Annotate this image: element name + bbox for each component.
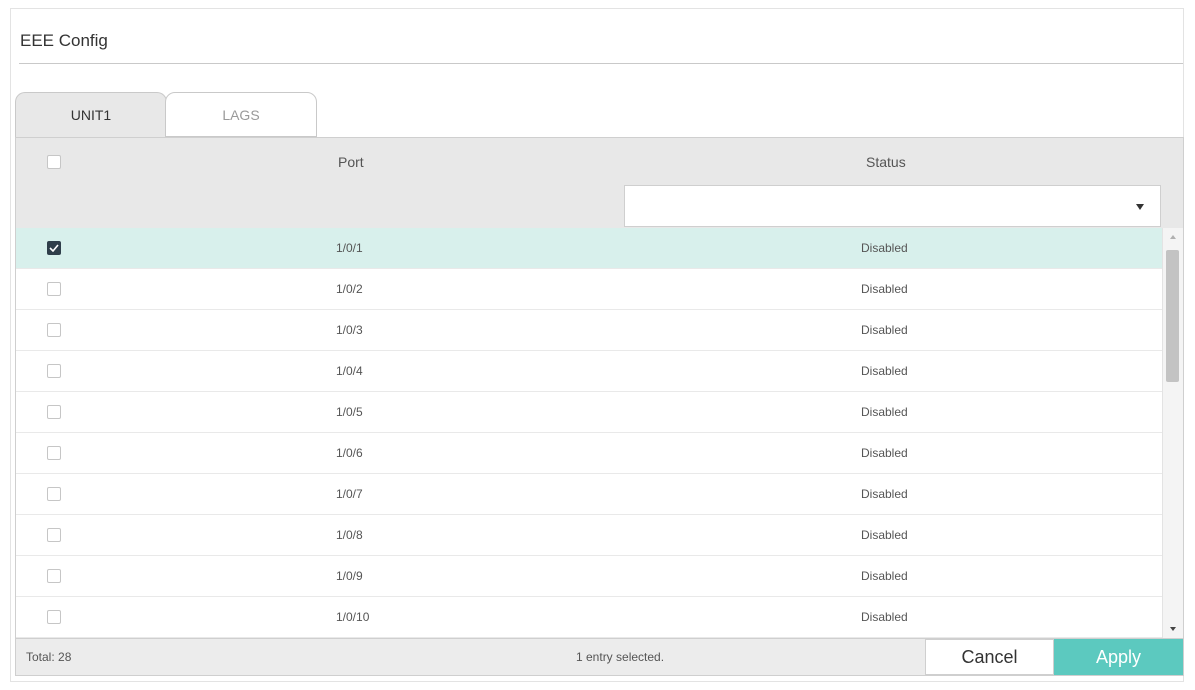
port-cell: 1/0/9 [336, 569, 363, 583]
status-cell: Disabled [861, 241, 908, 255]
tab-unit1[interactable]: UNIT1 [15, 92, 167, 137]
table-footer: Total: 28 1 entry selected. Cancel Apply [16, 638, 1183, 675]
chevron-down-icon [1136, 204, 1144, 210]
row-checkbox[interactable] [47, 323, 61, 337]
table-row[interactable]: 1/0/3 Disabled [16, 310, 1162, 351]
scroll-up-arrow-icon[interactable] [1170, 235, 1176, 239]
port-cell: 1/0/1 [336, 241, 363, 255]
status-cell: Disabled [861, 364, 908, 378]
table-row[interactable]: 1/0/2 Disabled [16, 269, 1162, 310]
table-row[interactable]: 1/0/10 Disabled [16, 597, 1162, 638]
panel-title: EEE Config [20, 31, 108, 50]
port-cell: 1/0/2 [336, 282, 363, 296]
selection-status: 1 entry selected. [576, 650, 665, 664]
table-row[interactable]: 1/0/8 Disabled [16, 515, 1162, 556]
column-header-port: Port [338, 154, 364, 170]
table-row[interactable]: 1/0/4 Disabled [16, 351, 1162, 392]
column-header-status: Status [866, 154, 906, 170]
apply-button[interactable]: Apply [1054, 639, 1183, 675]
row-checkbox[interactable] [47, 405, 61, 419]
port-table: Port Status 1/0/1 Disabled 1/0/2 Disabled 1/… [15, 137, 1184, 676]
table-row[interactable]: 1/0/1 Disabled [16, 228, 1162, 269]
total-count: Total: 28 [26, 650, 72, 664]
status-cell: Disabled [861, 569, 908, 583]
scroll-down-arrow-icon[interactable] [1170, 627, 1176, 631]
status-cell: Disabled [861, 282, 908, 296]
port-cell: 1/0/7 [336, 487, 363, 501]
status-filter-select[interactable] [624, 185, 1161, 227]
table-row[interactable]: 1/0/7 Disabled [16, 474, 1162, 515]
status-cell: Disabled [861, 610, 908, 624]
table-row[interactable]: 1/0/5 Disabled [16, 392, 1162, 433]
status-cell: Disabled [861, 405, 908, 419]
port-cell: 1/0/4 [336, 364, 363, 378]
checkmark-icon [49, 244, 59, 252]
port-cell: 1/0/6 [336, 446, 363, 460]
row-checkbox[interactable] [47, 364, 61, 378]
status-cell: Disabled [861, 528, 908, 542]
port-cell: 1/0/8 [336, 528, 363, 542]
status-cell: Disabled [861, 487, 908, 501]
port-cell: 1/0/10 [336, 610, 370, 624]
table-row[interactable]: 1/0/6 Disabled [16, 433, 1162, 474]
select-all-checkbox[interactable] [47, 155, 61, 169]
row-checkbox[interactable] [47, 610, 61, 624]
row-checkbox[interactable] [47, 241, 61, 255]
title-divider [19, 63, 1183, 64]
port-cell: 1/0/3 [336, 323, 363, 337]
row-checkbox[interactable] [47, 282, 61, 296]
vertical-scrollbar[interactable] [1162, 228, 1183, 638]
table-body: 1/0/1 Disabled 1/0/2 Disabled 1/0/3 Disabled 1… [16, 228, 1162, 638]
scroll-thumb[interactable] [1166, 250, 1179, 382]
row-checkbox[interactable] [47, 569, 61, 583]
table-header: Port Status [16, 138, 1183, 187]
port-cell: 1/0/5 [336, 405, 363, 419]
table-row[interactable]: 1/0/9 Disabled [16, 556, 1162, 597]
row-checkbox[interactable] [47, 446, 61, 460]
cancel-button[interactable]: Cancel [925, 639, 1054, 675]
row-checkbox[interactable] [47, 528, 61, 542]
status-cell: Disabled [861, 446, 908, 460]
row-checkbox[interactable] [47, 487, 61, 501]
status-cell: Disabled [861, 323, 908, 337]
tab-lags[interactable]: LAGS [165, 92, 317, 137]
